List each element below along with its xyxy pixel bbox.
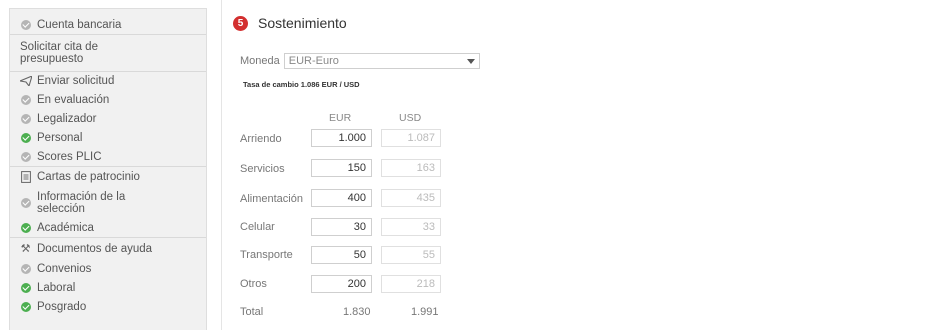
paper-plane-icon — [19, 75, 32, 88]
usd-value-arriendo: 1.087 — [381, 129, 441, 147]
sidebar-item-informacion-seleccion[interactable]: Información de la selección — [10, 187, 206, 218]
check-circle-gray-icon — [19, 18, 32, 31]
sidebar-item-label: Laboral — [37, 281, 76, 294]
row-label-servicios: Servicios — [240, 163, 285, 175]
row-label-alimentacion: Alimentación — [240, 193, 303, 205]
eur-input-servicios[interactable]: 150 — [311, 159, 372, 177]
content-divider — [221, 0, 222, 330]
usd-value-celular: 33 — [381, 218, 441, 236]
row-label-otros: Otros — [240, 278, 267, 290]
sidebar-item-personal[interactable]: Personal — [10, 128, 206, 147]
currency-row: Moneda EUR-Euro — [240, 53, 480, 69]
sidebar-item-label: Personal — [37, 131, 83, 144]
sidebar-item-cartas-patrocinio[interactable]: Cartas de patrocinio — [10, 166, 206, 187]
section-title: Sostenimiento — [258, 15, 347, 31]
total-eur: 1.830 — [343, 306, 371, 318]
usd-value-servicios: 163 — [381, 159, 441, 177]
row-label-transporte: Transporte — [240, 249, 293, 261]
sidebar-item-label: Cartas de patrocinio — [37, 171, 140, 183]
column-header-usd: USD — [399, 112, 422, 124]
row-label-total: Total — [240, 306, 264, 318]
sidebar-item-solicitar-cita[interactable]: Solicitar cita de presupuesto — [10, 34, 206, 71]
check-circle-green-icon — [19, 221, 32, 234]
sidebar-item-enviar-solicitud[interactable]: Enviar solicitud — [10, 71, 206, 90]
check-circle-gray-icon — [19, 93, 32, 106]
tools-icon: ⚒ — [20, 242, 31, 255]
usd-value-otros: 218 — [381, 275, 441, 293]
sidebar-item-label: Scores PLIC — [37, 150, 102, 163]
sidebar-item-label: Documentos de ayuda — [37, 242, 153, 255]
check-circle-gray-icon — [19, 150, 32, 163]
sidebar-item-label: Convenios — [37, 262, 92, 275]
eur-input-alimentacion[interactable]: 400 — [311, 189, 372, 207]
sidebar-item-label: Solicitar cita de presupuesto — [20, 41, 98, 65]
sidebar-item-label: Enviar solicitud — [37, 75, 115, 87]
sidebar-item-convenios[interactable]: Convenios — [10, 259, 206, 278]
total-usd: 1.991 — [411, 306, 439, 318]
document-icon — [19, 171, 32, 184]
sidebar-item-academica[interactable]: Académica — [10, 218, 206, 237]
column-header-eur: EUR — [329, 112, 352, 124]
currency-select[interactable]: EUR-Euro — [283, 53, 480, 69]
sidebar-item-label: Información de la selección — [37, 190, 126, 215]
eur-input-otros[interactable]: 200 — [311, 275, 372, 293]
sidebar: Cuenta bancaria Solicitar cita de presup… — [9, 8, 207, 330]
chevron-down-icon — [466, 58, 475, 64]
eur-input-transporte[interactable]: 50 — [311, 246, 372, 264]
usd-value-transporte: 55 — [381, 246, 441, 264]
usd-value-alimentacion: 435 — [381, 189, 441, 207]
check-circle-green-icon — [19, 281, 32, 294]
sidebar-item-scores-plic[interactable]: Scores PLIC — [10, 147, 206, 166]
exchange-rate-text: Tasa de cambio 1.086 EUR / USD — [243, 80, 360, 89]
sidebar-item-label: En evaluación — [37, 93, 110, 106]
check-circle-gray-icon — [19, 196, 32, 209]
sidebar-item-label: Posgrado — [37, 300, 87, 313]
row-label-celular: Celular — [240, 221, 275, 233]
sidebar-item-label: Cuenta bancaria — [37, 18, 122, 31]
check-circle-gray-icon — [19, 262, 32, 275]
eur-input-celular[interactable]: 30 — [311, 218, 372, 236]
currency-label: Moneda — [240, 55, 280, 67]
currency-selected-value: EUR-Euro — [288, 55, 339, 67]
step-badge: 5 — [233, 15, 248, 31]
sidebar-item-label: Legalizador — [37, 112, 97, 125]
check-circle-green-icon — [19, 131, 32, 144]
check-circle-gray-icon — [19, 112, 32, 125]
sidebar-item-label: Académica — [37, 221, 94, 234]
eur-input-arriendo[interactable]: 1.000 — [311, 129, 372, 147]
section-header: 5 Sostenimiento — [233, 15, 347, 31]
sidebar-item-cuenta-bancaria[interactable]: Cuenta bancaria — [10, 15, 206, 34]
sidebar-item-documentos-ayuda[interactable]: ⚒ Documentos de ayuda — [10, 237, 206, 259]
sidebar-item-posgrado[interactable]: Posgrado — [10, 297, 206, 316]
row-label-arriendo: Arriendo — [240, 133, 282, 145]
sidebar-item-laboral[interactable]: Laboral — [10, 278, 206, 297]
check-circle-green-icon — [19, 300, 32, 313]
sidebar-item-en-evaluacion[interactable]: En evaluación — [10, 90, 206, 109]
sidebar-item-legalizador[interactable]: Legalizador — [10, 109, 206, 128]
